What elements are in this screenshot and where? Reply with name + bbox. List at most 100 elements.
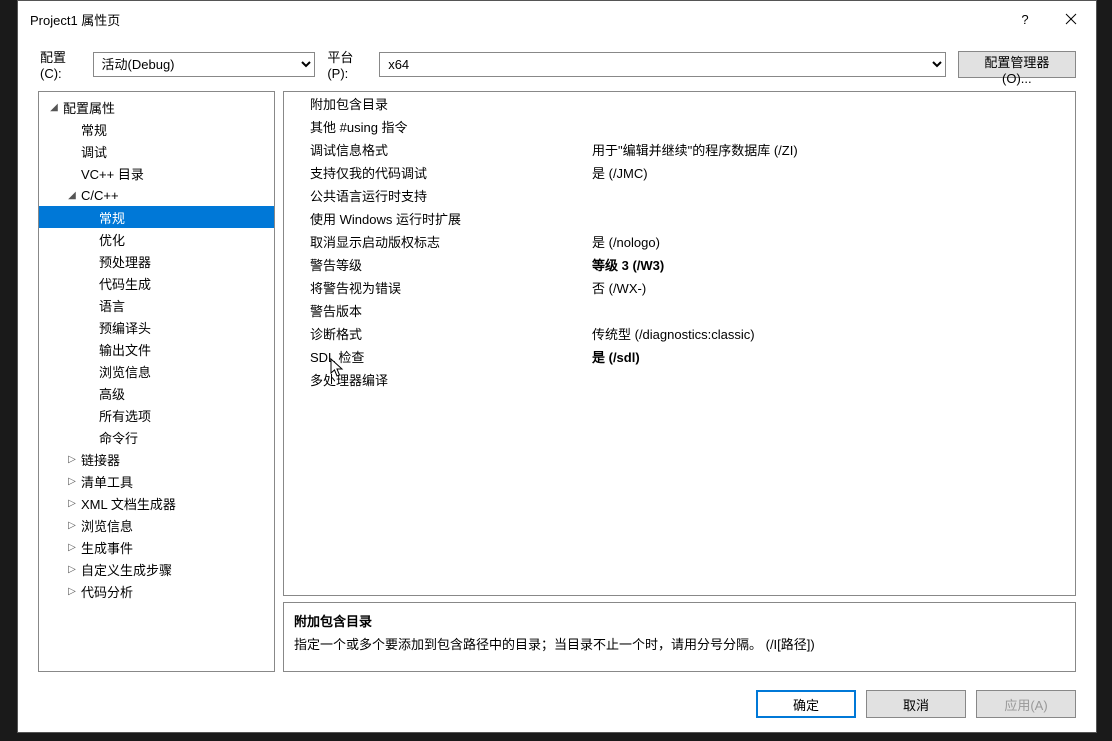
tree-item[interactable]: VC++ 目录: [39, 162, 274, 184]
property-row[interactable]: 将警告视为错误否 (/WX-): [284, 276, 1075, 299]
description-box: 附加包含目录 指定一个或多个要添加到包含路径中的目录；当目录不止一个时，请用分号…: [283, 602, 1076, 672]
tree-item[interactable]: ▷XML 文档生成器: [39, 492, 274, 514]
property-dialog: Project1 属性页 ? 配置(C): 活动(Debug) 平台(P): x…: [17, 0, 1097, 733]
property-row[interactable]: SDL 检查是 (/sdl): [284, 345, 1075, 368]
tree-item[interactable]: ◢C/C++: [39, 184, 274, 206]
tree-item[interactable]: 代码生成: [39, 272, 274, 294]
tree-item[interactable]: 预编译头: [39, 316, 274, 338]
property-row[interactable]: 诊断格式传统型 (/diagnostics:classic): [284, 322, 1075, 345]
tree-item[interactable]: 常规: [39, 206, 274, 228]
tree-item-label: XML 文档生成器: [81, 494, 176, 513]
ok-button[interactable]: 确定: [756, 690, 856, 718]
property-value: 等级 3 (/W3): [590, 255, 1075, 274]
tree-item[interactable]: 高级: [39, 382, 274, 404]
tree-item-label: 代码分析: [81, 582, 133, 601]
tree-item-label: 高级: [99, 384, 125, 403]
tree-item-label: 所有选项: [99, 406, 151, 425]
property-name: 其他 #using 指令: [284, 117, 590, 136]
property-name: 支持仅我的代码调试: [284, 163, 590, 182]
window-title: Project1 属性页: [30, 10, 1002, 29]
chevron-right-icon: ▷: [65, 476, 79, 487]
platform-label: 平台(P):: [327, 47, 373, 81]
tree-item-label: 链接器: [81, 450, 120, 469]
property-value: 是 (/JMC): [590, 163, 1075, 182]
property-name: 使用 Windows 运行时扩展: [284, 209, 590, 228]
tree-item-label: 自定义生成步骤: [81, 560, 172, 579]
tree-item-label: 清单工具: [81, 472, 133, 491]
tree-item-label: 生成事件: [81, 538, 133, 557]
property-row[interactable]: 其他 #using 指令: [284, 115, 1075, 138]
close-button[interactable]: [1048, 3, 1094, 35]
tree-item[interactable]: 命令行: [39, 426, 274, 448]
chevron-right-icon: ▷: [65, 586, 79, 597]
tree-item-label: 常规: [81, 120, 107, 139]
property-name: 将警告视为错误: [284, 278, 590, 297]
config-select[interactable]: 活动(Debug): [93, 52, 316, 77]
property-name: 附加包含目录: [284, 94, 590, 113]
tree-item[interactable]: ▷清单工具: [39, 470, 274, 492]
property-name: 公共语言运行时支持: [284, 186, 590, 205]
platform-select[interactable]: x64: [379, 52, 945, 77]
property-value: 是 (/sdl): [590, 347, 1075, 366]
property-name: 警告等级: [284, 255, 590, 274]
property-row[interactable]: 取消显示启动版权标志是 (/nologo): [284, 230, 1075, 253]
property-name: 取消显示启动版权标志: [284, 232, 590, 251]
property-name: 多处理器编译: [284, 370, 590, 389]
content-area: ◢配置属性常规调试VC++ 目录◢C/C++常规优化预处理器代码生成语言预编译头…: [18, 91, 1096, 680]
tree-item[interactable]: ▷自定义生成步骤: [39, 558, 274, 580]
tree-item-label: 代码生成: [99, 274, 151, 293]
apply-button[interactable]: 应用(A): [976, 690, 1076, 718]
tree-item-label: 预处理器: [99, 252, 151, 271]
tree-item[interactable]: ▷浏览信息: [39, 514, 274, 536]
tree-item[interactable]: 优化: [39, 228, 274, 250]
property-row[interactable]: 支持仅我的代码调试是 (/JMC): [284, 161, 1075, 184]
property-grid[interactable]: 附加包含目录其他 #using 指令调试信息格式用于"编辑并继续"的程序数据库 …: [283, 91, 1076, 596]
chevron-right-icon: ▷: [65, 498, 79, 509]
tree-item-label: 浏览信息: [81, 516, 133, 535]
description-title: 附加包含目录: [294, 611, 1065, 630]
property-row[interactable]: 调试信息格式用于"编辑并继续"的程序数据库 (/ZI): [284, 138, 1075, 161]
dialog-footer: 确定 取消 应用(A): [18, 680, 1096, 732]
chevron-right-icon: ▷: [65, 454, 79, 465]
property-value: 传统型 (/diagnostics:classic): [590, 324, 1075, 343]
tree-item[interactable]: 调试: [39, 140, 274, 162]
tree-item[interactable]: 常规: [39, 118, 274, 140]
tree-item-label: 命令行: [99, 428, 138, 447]
property-value: 是 (/nologo): [590, 232, 1075, 251]
tree-item-label: VC++ 目录: [81, 164, 144, 183]
chevron-right-icon: ▷: [65, 564, 79, 575]
tree-item-label: 预编译头: [99, 318, 151, 337]
tree-item[interactable]: 预处理器: [39, 250, 274, 272]
property-name: 警告版本: [284, 301, 590, 320]
chevron-right-icon: ▷: [65, 542, 79, 553]
property-row[interactable]: 使用 Windows 运行时扩展: [284, 207, 1075, 230]
property-row[interactable]: 附加包含目录: [284, 92, 1075, 115]
property-pane: 附加包含目录其他 #using 指令调试信息格式用于"编辑并继续"的程序数据库 …: [283, 91, 1076, 672]
tree-item-label: 输出文件: [99, 340, 151, 359]
tree-pane[interactable]: ◢配置属性常规调试VC++ 目录◢C/C++常规优化预处理器代码生成语言预编译头…: [38, 91, 275, 672]
tree-item-label: C/C++: [81, 188, 119, 203]
tree-item[interactable]: ▷生成事件: [39, 536, 274, 558]
tree-item[interactable]: ▷链接器: [39, 448, 274, 470]
property-row[interactable]: 公共语言运行时支持: [284, 184, 1075, 207]
tree-item-label: 常规: [99, 208, 125, 227]
chevron-down-icon: ◢: [47, 102, 61, 113]
cancel-button[interactable]: 取消: [866, 690, 966, 718]
tree-item[interactable]: ▷代码分析: [39, 580, 274, 602]
property-row[interactable]: 警告等级等级 3 (/W3): [284, 253, 1075, 276]
tree-item[interactable]: 浏览信息: [39, 360, 274, 382]
tree-item[interactable]: ◢配置属性: [39, 96, 274, 118]
property-row[interactable]: 警告版本: [284, 299, 1075, 322]
close-icon: [1065, 13, 1077, 25]
property-name: SDL 检查: [284, 347, 590, 366]
config-label: 配置(C):: [40, 47, 87, 81]
tree-item-label: 配置属性: [63, 98, 115, 117]
property-row[interactable]: 多处理器编译: [284, 368, 1075, 391]
description-text: 指定一个或多个要添加到包含路径中的目录；当目录不止一个时，请用分号分隔。 (/I…: [294, 634, 1065, 653]
tree-item-label: 语言: [99, 296, 125, 315]
tree-item[interactable]: 语言: [39, 294, 274, 316]
tree-item[interactable]: 所有选项: [39, 404, 274, 426]
tree-item[interactable]: 输出文件: [39, 338, 274, 360]
config-manager-button[interactable]: 配置管理器(O)...: [958, 51, 1076, 78]
help-button[interactable]: ?: [1002, 3, 1048, 35]
